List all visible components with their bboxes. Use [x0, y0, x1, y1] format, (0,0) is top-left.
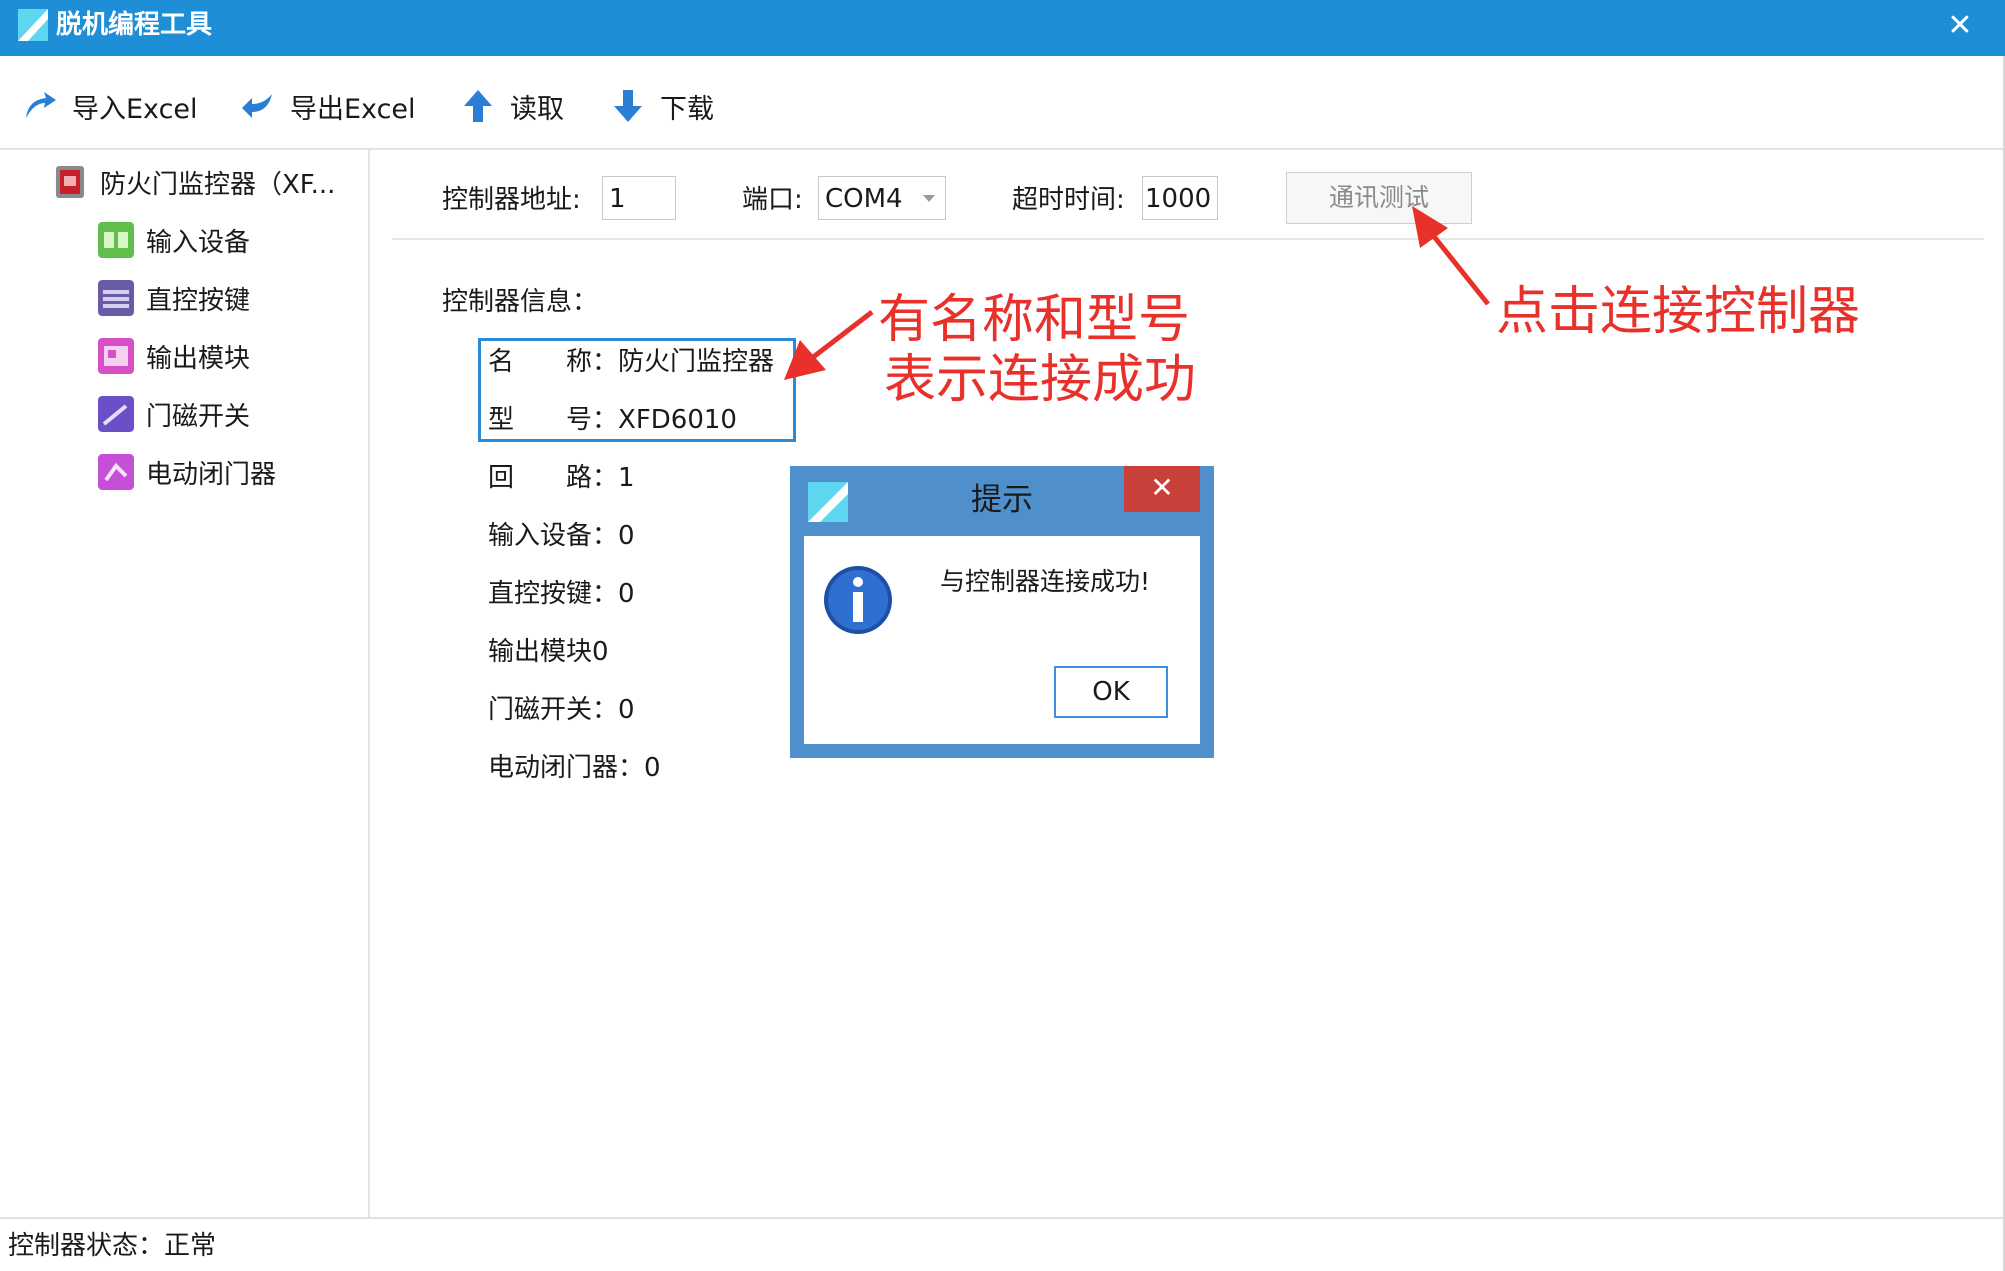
info-loop-value: 1: [618, 463, 635, 493]
annotation-name-model-line2: 表示连接成功: [884, 350, 1197, 410]
info-input-devices: 输入设备：0: [488, 521, 635, 551]
tree-label-direct-keys: 直控按键: [146, 285, 251, 316]
address-label: 控制器地址:: [442, 185, 581, 215]
dialog-message: 与控制器连接成功!: [940, 567, 1151, 596]
annotation-click-connect: 点击连接控制器: [1496, 282, 1861, 342]
ok-button[interactable]: OK: [1054, 666, 1168, 718]
tree-root-controller[interactable]: 防火门监控器（XF...: [52, 160, 335, 204]
tree-label-door-closers: 电动闭门器: [146, 459, 277, 490]
settings-divider: [392, 238, 1984, 240]
info-icon: [824, 566, 892, 634]
tree-item-input-devices[interactable]: 输入设备: [98, 218, 250, 262]
info-door-switches: 门磁开关：0: [488, 695, 635, 725]
info-loop-row: 回 路：1: [488, 460, 635, 496]
tree-item-direct-keys[interactable]: 直控按键: [98, 276, 250, 320]
tree-item-door-switches[interactable]: 门磁开关: [98, 392, 250, 436]
import-excel-label: 导入Excel: [72, 93, 198, 125]
download-arrow-icon: [614, 90, 642, 122]
tree-label-output-modules: 输出模块: [146, 343, 251, 374]
title-bar: 脱机编程工具 ✕: [0, 0, 2005, 56]
address-input[interactable]: 1: [602, 176, 676, 220]
timeout-input[interactable]: 1000: [1142, 176, 1218, 220]
app-logo-icon: [18, 9, 48, 41]
input-device-icon: [98, 222, 134, 258]
upload-arrow-icon: [464, 90, 492, 122]
arrow-to-info-icon: [784, 310, 874, 380]
door-closer-icon: [98, 454, 134, 490]
name-model-highlight: [478, 338, 796, 442]
chevron-down-icon: [923, 195, 935, 202]
message-dialog: 提示 ✕ 与控制器连接成功! OK: [790, 466, 1214, 758]
port-value: COM4: [825, 184, 903, 214]
download-label: 下载: [660, 93, 714, 125]
window-title: 脱机编程工具: [56, 10, 213, 40]
info-door-closers: 电动闭门器：0: [488, 753, 661, 783]
read-button[interactable]: 读取: [460, 86, 564, 126]
export-excel-label: 导出Excel: [290, 93, 416, 125]
tree-label-input-devices: 输入设备: [146, 227, 251, 258]
comm-test-button[interactable]: 通讯测试: [1286, 172, 1472, 224]
info-output-modules: 输出模块0: [488, 637, 609, 667]
info-loop-key: 回 路：: [488, 463, 619, 493]
import-arrow-icon: [26, 92, 56, 118]
device-tree: 防火门监控器（XF... 输入设备 直控按键 输出模块 门磁开关 电动闭门器: [0, 150, 368, 1217]
controller-info-title: 控制器信息：: [442, 287, 599, 317]
app-window: 脱机编程工具 ✕ 导入Excel 导出Excel 读取 下载 防火门监控器（XF…: [0, 0, 2005, 1271]
export-arrow-icon: [242, 94, 272, 118]
status-bar: 控制器状态：正常: [0, 1219, 2005, 1271]
tree-item-output-modules[interactable]: 输出模块: [98, 334, 250, 378]
tree-label-door-switches: 门磁开关: [146, 401, 251, 432]
controller-status: 控制器状态：正常: [8, 1231, 217, 1261]
output-module-icon: [98, 338, 134, 374]
sidebar-divider: [368, 150, 370, 1217]
door-magnet-icon: [98, 396, 134, 432]
port-label: 端口:: [742, 185, 803, 215]
timeout-label: 超时时间:: [1012, 185, 1125, 215]
keyboard-icon: [98, 280, 134, 316]
export-excel-button[interactable]: 导出Excel: [240, 86, 416, 126]
window-close-button[interactable]: ✕: [1940, 6, 1980, 46]
tree-root-label: 防火门监控器（XF...: [100, 169, 336, 200]
tree-item-door-closers[interactable]: 电动闭门器: [98, 450, 276, 494]
read-label: 读取: [510, 93, 564, 125]
toolbar: 导入Excel 导出Excel 读取 下载: [0, 56, 2005, 148]
download-button[interactable]: 下载: [610, 86, 714, 126]
info-direct-keys: 直控按键：0: [488, 579, 635, 609]
dialog-body: 与控制器连接成功! OK: [804, 536, 1200, 744]
controller-icon: [56, 166, 84, 198]
import-excel-button[interactable]: 导入Excel: [22, 86, 198, 126]
port-select[interactable]: COM4: [818, 176, 946, 220]
annotation-name-model-line1: 有名称和型号: [878, 290, 1191, 350]
dialog-close-button[interactable]: ✕: [1124, 466, 1200, 512]
